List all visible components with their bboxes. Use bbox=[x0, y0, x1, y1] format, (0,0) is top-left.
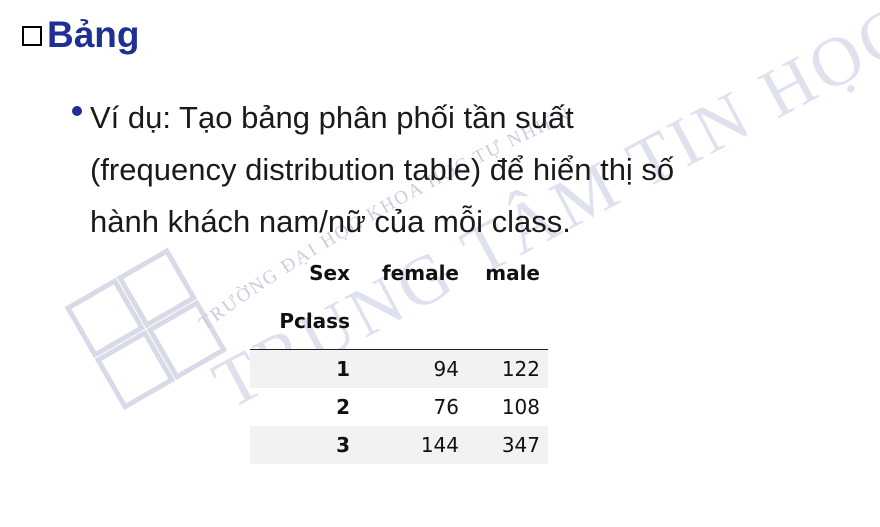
cell-male: 122 bbox=[465, 349, 548, 388]
index-label: Pclass bbox=[250, 292, 354, 350]
row-index: 3 bbox=[250, 426, 354, 464]
cell-male: 347 bbox=[465, 426, 548, 464]
column-header-male: male bbox=[485, 261, 540, 285]
table-row: 1 94 122 bbox=[250, 349, 548, 388]
columns-label: Sex bbox=[309, 261, 350, 285]
table-row: 3 144 347 bbox=[250, 426, 548, 464]
cell-female: 76 bbox=[433, 395, 459, 419]
cell-male: 108 bbox=[501, 395, 540, 419]
row-index: 1 bbox=[250, 349, 354, 388]
bullet-item: Ví dụ: Tạo bảng phân phối tần suất (freq… bbox=[72, 92, 810, 248]
frequency-table: Sex female male Pclass 1 94 122 2 76 108… bbox=[250, 254, 548, 464]
cell-female: 144 bbox=[354, 426, 465, 464]
bullet-dot-icon bbox=[72, 106, 82, 116]
slide-heading: Bảng bbox=[22, 14, 140, 56]
slide-title: Bảng bbox=[47, 14, 140, 55]
watermark-logo bbox=[64, 247, 228, 411]
row-index: 2 bbox=[336, 395, 350, 419]
bullet-line: hành khách nam/nữ của mỗi class. bbox=[90, 204, 571, 239]
table-index-header-row: Pclass bbox=[250, 292, 548, 350]
table-row: 2 76 108 bbox=[250, 388, 548, 426]
square-bullet-icon bbox=[22, 26, 42, 46]
bullet-line: (frequency distribution table) để hiển t… bbox=[90, 152, 675, 187]
cell-female: 94 bbox=[354, 349, 465, 388]
table-header-row: Sex female male bbox=[250, 254, 548, 292]
bullet-text: Ví dụ: Tạo bảng phân phối tần suất (freq… bbox=[90, 92, 810, 248]
column-header-female: female bbox=[381, 261, 459, 285]
bullet-line: Ví dụ: Tạo bảng phân phối tần suất bbox=[90, 100, 574, 135]
